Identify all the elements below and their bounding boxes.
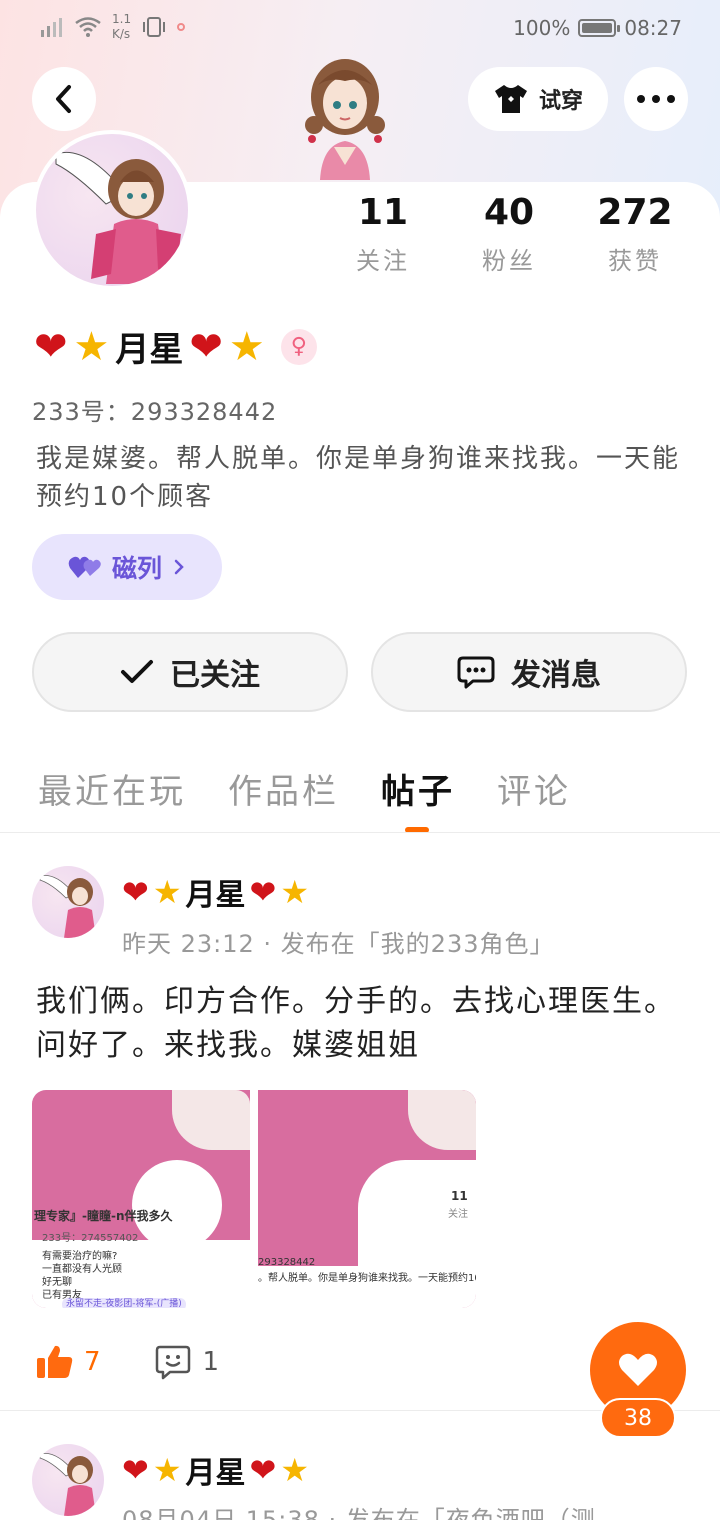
tshirt-icon <box>494 85 527 113</box>
battery-icon <box>578 19 621 37</box>
image-text: 233号：274557402 <box>42 1233 139 1244</box>
nickname-row: ❤ ★ 月星 ❤ ★ ♀ <box>34 322 317 371</box>
post-author-name-row[interactable]: ❤ ★ 月星 ❤ ★ <box>122 870 309 914</box>
tab-comments[interactable]: 评论 <box>497 764 571 813</box>
post-reactions: 7 1 <box>36 1344 219 1380</box>
avatar-image <box>39 1453 96 1516</box>
image-text: 理专家』-瞳瞳-n伴我多久 <box>34 1209 173 1223</box>
stat-likes[interactable]: 272 获赞 <box>572 192 698 276</box>
image-text: 好无聊 <box>42 1277 72 1288</box>
more-button[interactable] <box>624 67 688 131</box>
star-emoji-icon: ★ <box>280 1451 309 1489</box>
post-meta[interactable]: 昨天 23:12 · 发布在「我的233角色」 <box>122 924 702 959</box>
star-emoji-icon: ★ <box>152 1451 182 1489</box>
image-text: 293328442 <box>258 1257 316 1268</box>
stat-value: 11 <box>357 192 409 233</box>
stat-following[interactable]: 11 关注 <box>320 192 446 276</box>
try-on-label: 试穿 <box>538 89 583 114</box>
image-text: 11 <box>451 1189 468 1203</box>
profile-stats: 11 关注 40 粉丝 272 获赞 <box>320 192 700 276</box>
star-emoji-icon: ★ <box>280 873 309 911</box>
stat-followers[interactable]: 40 粉丝 <box>446 192 572 276</box>
chevron-left-icon <box>56 85 71 113</box>
star-emoji-icon: ★ <box>152 873 182 911</box>
star-emoji-icon: ★ <box>228 323 265 370</box>
user-id: 233号：293328442 <box>32 398 278 426</box>
heart-emoji-icon: ❤ <box>122 873 149 911</box>
send-message-label: 发消息 <box>511 658 601 693</box>
nickname: 月星 <box>115 330 184 370</box>
stat-label: 粉丝 <box>482 247 536 275</box>
stat-label: 获赞 <box>608 247 662 275</box>
like-count: 7 <box>84 1347 101 1377</box>
followed-label: 已关注 <box>170 658 260 693</box>
more-dots-icon <box>637 95 675 103</box>
post-author-avatar[interactable] <box>32 1444 104 1516</box>
image-text: 有需要治疗的嘛? <box>42 1251 118 1262</box>
notification-dot-icon <box>177 23 186 31</box>
avatar-image <box>39 875 96 938</box>
back-button[interactable] <box>32 67 96 131</box>
post-image[interactable]: 理专家』-瞳瞳-n伴我多久 233号：274557402 有需要治疗的嘛? 一直… <box>32 1090 250 1308</box>
post-meta[interactable]: 08月04日 15:38 · 发布在「夜色酒吧（测... <box>122 1500 702 1520</box>
cp-tag-label: 磁列 <box>111 554 162 583</box>
divider <box>0 832 720 833</box>
checkmark-icon <box>121 660 153 683</box>
vibrate-icon <box>143 17 166 37</box>
image-text: 关注 <box>448 1209 468 1220</box>
post-image[interactable]: 11 关注 293328442 。帮人脱单。你是单身狗谁来找我。一天能预约10 <box>258 1090 476 1308</box>
double-heart-icon <box>68 556 101 578</box>
profile-bio: 我是媒婆。帮人脱单。你是单身狗谁来找我。一天能预约10个顾客 <box>36 444 681 512</box>
stat-value: 40 <box>483 192 535 233</box>
image-text: 一直都没有人光顾 <box>42 1264 122 1275</box>
tab-posts[interactable]: 帖子 <box>381 764 455 833</box>
fab-count: 38 <box>600 1398 676 1438</box>
followed-button[interactable]: 已关注 <box>32 632 348 712</box>
post-text[interactable]: 我们俩。印方合作。分手的。去找心理医生。问好了。来找我。媒婆姐姐 <box>36 980 686 1068</box>
heart-emoji-icon: ❤ <box>249 873 277 911</box>
image-text: 永留不走-夜影团-将军-(广播) <box>62 1298 186 1308</box>
comment-icon[interactable] <box>155 1344 191 1380</box>
chevron-right-icon <box>174 559 184 575</box>
battery-text: 100% <box>513 16 571 40</box>
post-author-name-row[interactable]: ❤ ★ 月星 ❤ ★ <box>122 1448 309 1492</box>
comment-count: 1 <box>202 1347 220 1377</box>
heart-emoji-icon: ❤ <box>34 323 68 370</box>
stat-value: 272 <box>597 192 673 233</box>
tab-works[interactable]: 作品栏 <box>228 764 339 813</box>
profile-tabs: 最近在玩 作品栏 帖子 评论 <box>38 764 571 833</box>
heart-emoji-icon: ❤ <box>249 1451 277 1489</box>
post-author-name: 月星 <box>185 878 246 913</box>
status-bar: 1.1 K/s 100% 08:27 <box>0 0 720 56</box>
profile-avatar[interactable] <box>32 130 192 290</box>
stat-label: 关注 <box>356 247 410 275</box>
cp-tag-button[interactable]: 磁列 <box>32 534 222 600</box>
heart-icon <box>619 1353 657 1386</box>
post-author-avatar[interactable] <box>32 866 104 938</box>
heart-emoji-icon: ❤ <box>189 323 223 370</box>
star-emoji-icon: ★ <box>73 323 110 370</box>
send-message-button[interactable]: 发消息 <box>371 632 687 712</box>
tab-recently-played[interactable]: 最近在玩 <box>38 764 186 813</box>
chat-bubble-icon <box>457 656 495 689</box>
net-speed: 1.1 K/s <box>112 12 132 41</box>
avatar-character-image <box>305 59 385 180</box>
post-author-name: 月星 <box>185 1456 246 1491</box>
wifi-icon <box>75 17 101 37</box>
try-on-button[interactable]: 试穿 <box>468 67 608 131</box>
female-gender-icon: ♀ <box>280 328 317 365</box>
heart-emoji-icon: ❤ <box>122 1451 149 1489</box>
profile-card <box>0 182 720 1520</box>
clock: 08:27 <box>624 16 682 40</box>
thumbs-up-icon[interactable] <box>36 1344 74 1380</box>
image-text: 。帮人脱单。你是单身狗谁来找我。一天能预约10 <box>258 1273 476 1284</box>
signal-icon <box>41 18 62 37</box>
avatar-image <box>55 151 181 284</box>
